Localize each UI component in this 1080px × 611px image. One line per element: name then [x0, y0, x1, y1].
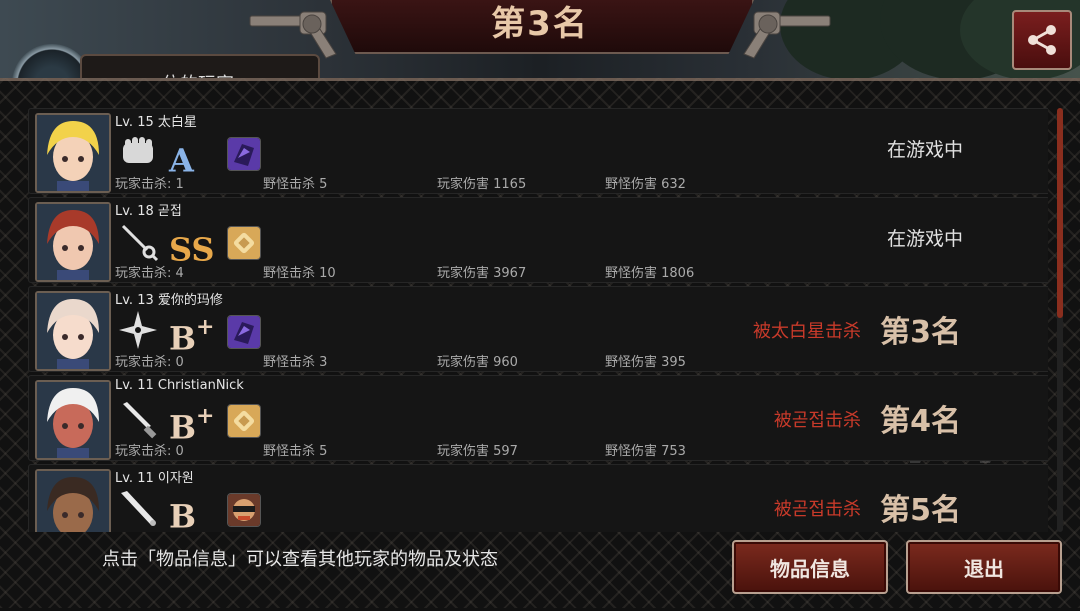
footer-hint: 点击「物品信息」可以查看其他玩家的物品及状态 [102, 549, 498, 570]
killed-by-text: 被곧접击杀 [773, 499, 861, 520]
player-portrait [35, 291, 111, 371]
golden-bandage-icon [227, 404, 261, 438]
fist-icon [123, 137, 153, 163]
player-grade: SS [169, 220, 215, 269]
player-row[interactable]: Lv. 15 太白星 A 玩家击杀: 1 野怪击杀 5 玩家伤害 1165 野怪… [28, 108, 1048, 194]
golden-bandage-icon [227, 226, 261, 260]
shuriken-icon [119, 311, 157, 349]
monster-damage-stat: 野怪伤害 632 [605, 177, 686, 192]
share-icon [1028, 25, 1056, 55]
player-row[interactable]: Lv. 11 ChristianNick B+ 玩家击杀: 0 野怪击杀 5 玩… [28, 375, 1048, 461]
player-kills-stat: 玩家击杀: 4 [115, 266, 184, 281]
player-damage-stat: 玩家伤害 960 [437, 355, 518, 370]
player-level-name: Lv. 18 곧접 [115, 204, 182, 219]
player-level-name: Lv. 15 太白星 [115, 115, 197, 130]
items-info-button[interactable]: 物品信息 [732, 540, 888, 594]
player-damage-stat: 玩家伤害 597 [437, 444, 518, 459]
bat-icon [121, 491, 156, 526]
masked-face-icon [227, 493, 261, 527]
player-grade-letter: B [169, 497, 197, 532]
in-game-status: 在游戏中 [886, 139, 963, 161]
in-game-status: 在游戏中 [886, 228, 963, 250]
player-damage-stat: 玩家伤害 1165 [437, 177, 527, 192]
monster-kills-stat: 野怪击杀 10 [263, 266, 336, 281]
player-kills-stat: 玩家击杀: 0 [115, 355, 184, 370]
player-list[interactable]: Lv. 15 太白星 A 玩家击杀: 1 野怪击杀 5 玩家伤害 1165 野怪… [28, 108, 1048, 532]
player-kills-stat: 玩家击杀: 1 [115, 177, 184, 192]
player-row[interactable]: Lv. 13 爱你的玛修 B+ 玩家击杀: 0 野怪击杀 3 玩家伤害 960 … [28, 286, 1048, 372]
purple-shard-icon [227, 137, 261, 171]
killed-by-text: 被곧접击杀 [773, 410, 861, 431]
player-level-name: Lv. 13 爱你的玛修 [115, 293, 223, 308]
exit-button[interactable]: 退出 [906, 540, 1062, 594]
page-title: 第3名 [491, 4, 589, 44]
player-kills-stat: 玩家击杀: 0 [115, 444, 184, 459]
monster-kills-stat: 野怪击杀 5 [263, 177, 328, 192]
player-grade: A [169, 131, 194, 180]
knife-icon [123, 402, 157, 439]
killed-by-text: 被太白星击杀 [753, 321, 861, 342]
player-portrait [35, 469, 111, 532]
player-row[interactable]: Lv. 18 곧접 SS 玩家击杀: 4 野怪击杀 10 玩家伤害 3967 野… [28, 197, 1048, 283]
player-portrait [35, 202, 111, 282]
player-damage-stat: 玩家伤害 3967 [437, 266, 527, 281]
rank-badge: 第4名 [880, 404, 961, 439]
list-scrollbar[interactable] [1057, 108, 1063, 532]
player-level-name: Lv. 11 이자원 [115, 471, 194, 486]
player-portrait [35, 113, 111, 193]
player-grade-plus: + [196, 314, 215, 340]
monster-damage-stat: 野怪伤害 395 [605, 355, 686, 370]
monster-kills-stat: 野怪击杀 3 [263, 355, 328, 370]
player-grade: B+ [169, 398, 215, 447]
player-grade: B [169, 487, 197, 532]
player-row[interactable]: Lv. 11 이자원 B 被곧접击杀 第5名 [28, 464, 1048, 532]
monster-damage-stat: 野怪伤害 1806 [605, 266, 695, 281]
monster-damage-stat: 野怪伤害 753 [605, 444, 686, 459]
monster-kills-stat: 野怪击杀 5 [263, 444, 328, 459]
player-grade: B+ [169, 309, 215, 358]
player-portrait [35, 380, 111, 460]
purple-shard-icon [227, 315, 261, 349]
rank-badge: 第5名 [880, 493, 961, 528]
rank-badge: 第3名 [880, 315, 961, 350]
player-level-name: Lv. 11 ChristianNick [115, 378, 244, 393]
player-grade-plus: + [196, 403, 215, 429]
scrollbar-thumb[interactable] [1057, 108, 1063, 318]
rapier-icon [121, 224, 159, 262]
share-button[interactable] [1012, 10, 1072, 70]
